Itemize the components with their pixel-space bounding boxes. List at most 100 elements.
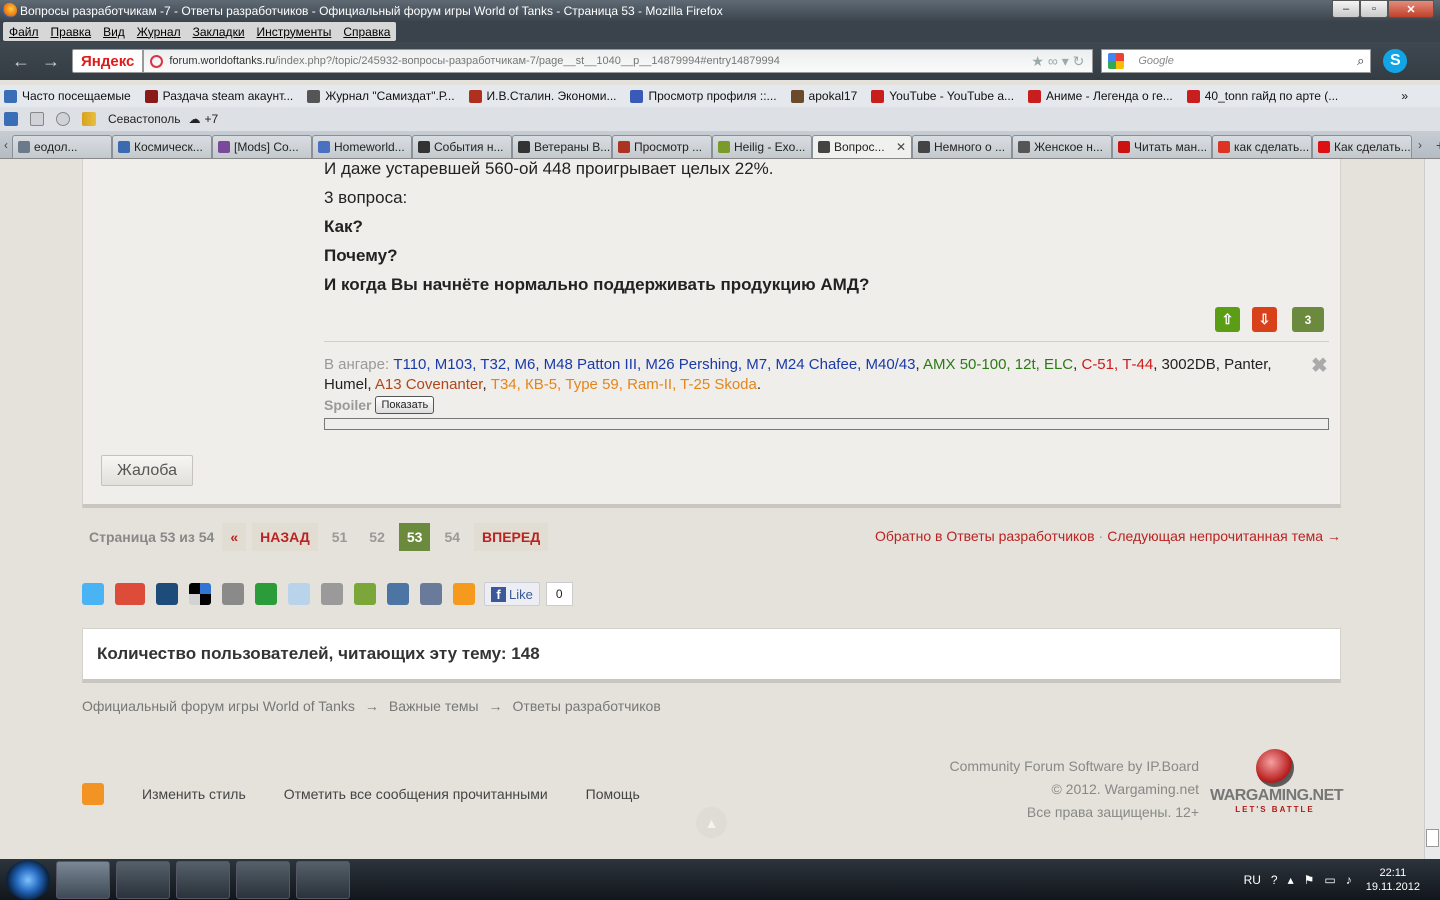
taskbar-screenshot[interactable] <box>296 860 350 899</box>
back-arrow-icon[interactable]: ← <box>6 51 36 72</box>
rss-icon[interactable] <box>82 783 104 805</box>
signal-icon[interactable] <box>82 112 96 126</box>
browser-tab[interactable]: [Mods] Co... <box>212 134 312 158</box>
print-icon[interactable] <box>321 583 343 605</box>
reddit-icon[interactable] <box>222 583 244 605</box>
browser-tab[interactable]: Женское н... <box>1012 134 1112 158</box>
browser-tab[interactable]: Просмотр ... <box>612 134 712 158</box>
bookmark-star-icon[interactable]: ★ ∞ ▾ ↻ <box>1031 53 1084 70</box>
credit-line[interactable]: Community Forum Software by IP.Board <box>900 755 1199 778</box>
spoiler-show-button[interactable]: Показать <box>375 396 435 414</box>
help-icon[interactable]: ? <box>1271 873 1278 887</box>
browser-tab[interactable]: Космическ... <box>112 134 212 158</box>
vk-icon[interactable] <box>387 583 409 605</box>
menu-item[interactable]: Инструменты <box>251 25 338 39</box>
menu-item[interactable]: Журнал <box>131 25 187 39</box>
google-icon[interactable] <box>1108 53 1125 69</box>
tab-scroll-left-icon[interactable]: ‹ <box>4 138 8 152</box>
browser-tab[interactable]: Читать ман... <box>1112 134 1212 158</box>
browser-tab[interactable]: Как сделать... <box>1312 134 1412 158</box>
flag-icon[interactable]: ⚑ <box>1304 873 1315 887</box>
livejournal-icon[interactable] <box>420 583 442 605</box>
menu-item[interactable]: Закладки <box>187 25 251 39</box>
chat-icon[interactable] <box>56 112 70 126</box>
menu-item[interactable]: Справка <box>337 25 396 39</box>
report-button[interactable]: Жалоба <box>101 455 193 486</box>
taskbar-firefox[interactable] <box>56 860 110 899</box>
volume-icon[interactable]: ♪ <box>1346 873 1352 887</box>
vote-down-button[interactable]: ⇩ <box>1252 307 1277 332</box>
next-unread-link[interactable]: Следующая непрочитанная тема → <box>1107 528 1341 544</box>
browser-tab[interactable]: Немного о ... <box>912 134 1012 158</box>
breadcrumb-link[interactable]: Официальный форум игры World of Tanks <box>82 698 355 714</box>
tab-scroll-right-icon[interactable]: › <box>1418 138 1422 152</box>
menu-item[interactable]: Вид <box>97 25 131 39</box>
back-to-forum-link[interactable]: Обратно в Ответы разработчиков <box>875 528 1095 544</box>
download-icon[interactable] <box>354 583 376 605</box>
page-scrollbar[interactable] <box>1424 159 1440 859</box>
help-link[interactable]: Помощь <box>586 786 640 802</box>
maximize-icon[interactable]: ▫ <box>1360 0 1388 18</box>
forward-arrow-icon[interactable]: → <box>36 51 66 72</box>
browser-tab[interactable]: Heilig - Exo... <box>712 134 812 158</box>
email-icon[interactable] <box>288 583 310 605</box>
bookmark-item[interactable]: Просмотр профиля ::... <box>630 89 777 103</box>
bookmark-item[interactable]: 40_tonn гайд по арте (... <box>1186 89 1338 103</box>
close-icon[interactable]: ✕ <box>1388 0 1434 18</box>
breadcrumb-link[interactable]: Ответы разработчиков <box>513 698 661 714</box>
mark-all-read-link[interactable]: Отметить все сообщения прочитанными <box>284 786 548 802</box>
skype-icon[interactable]: S <box>1383 49 1408 73</box>
screenshot-icon[interactable] <box>30 112 44 126</box>
taskbar-skype[interactable] <box>236 860 290 899</box>
network-icon[interactable]: ▭ <box>1324 873 1335 887</box>
tab-active[interactable]: Вопрос... ✕ <box>812 134 912 158</box>
bookmark-item[interactable]: Раздача steam акаунт... <box>144 89 293 103</box>
yandex-bar-icon[interactable] <box>4 112 18 126</box>
minimize-icon[interactable]: – <box>1332 0 1360 18</box>
odnoklassniki-icon[interactable] <box>453 583 475 605</box>
yandex-logo[interactable]: Яндекс <box>72 49 144 73</box>
digg-icon[interactable] <box>156 583 178 605</box>
start-button[interactable] <box>6 859 50 900</box>
google-plus-icon[interactable] <box>115 583 145 605</box>
bookmark-item[interactable]: YouTube - YouTube а... <box>871 89 1014 103</box>
taskbar-explorer[interactable] <box>176 860 230 899</box>
tab-close-icon[interactable]: ✕ <box>896 140 906 154</box>
site-identity-icon[interactable] <box>150 54 164 68</box>
bookmark-item[interactable]: apokal17 <box>790 89 857 103</box>
vote-up-button[interactable]: ⇧ <box>1215 307 1240 332</box>
bookmark-item[interactable]: И.В.Сталин. Экономи... <box>468 89 616 103</box>
stumbleupon-icon[interactable] <box>255 583 277 605</box>
page-link[interactable]: 51 <box>324 523 356 551</box>
first-page-button[interactable]: « <box>222 523 247 551</box>
search-icon[interactable]: ⌕ <box>1357 53 1364 69</box>
twitter-icon[interactable] <box>82 583 104 605</box>
browser-tab[interactable]: Ветераны В... <box>512 134 612 158</box>
new-tab-icon[interactable]: + <box>1436 137 1440 153</box>
taskbar-computer[interactable] <box>116 860 170 899</box>
change-style-link[interactable]: Изменить стиль <box>142 786 246 802</box>
url-bar[interactable]: forum.worldoftanks.ru/index.php?/topic/2… <box>143 49 1094 73</box>
browser-tab[interactable]: События н... <box>412 134 512 158</box>
next-page-button[interactable]: ВПЕРЕД <box>474 523 549 551</box>
prev-page-button[interactable]: НАЗАД <box>252 523 318 551</box>
menu-item[interactable]: Файл <box>3 25 45 39</box>
bookmarks-overflow[interactable]: » <box>1401 89 1408 103</box>
browser-tab[interactable]: Homeworld... <box>312 134 412 158</box>
page-link[interactable]: 52 <box>361 523 393 551</box>
weather-temp[interactable]: +7 <box>204 112 218 126</box>
browser-tab[interactable]: еодол... <box>12 134 112 158</box>
search-input[interactable]: Google ⌕ <box>1101 49 1372 73</box>
breadcrumb-link[interactable]: Важные темы <box>389 698 479 714</box>
weather-city[interactable]: Севастополь <box>108 112 180 126</box>
bookmark-item[interactable]: Аниме - Легенда о ге... <box>1028 89 1173 103</box>
scrollbar-thumb[interactable] <box>1426 829 1439 847</box>
facebook-like-button[interactable]: f Like <box>484 582 540 606</box>
language-indicator[interactable]: RU <box>1244 873 1261 887</box>
wargaming-logo[interactable]: WARGAMING.NET LET'S BATTLE <box>1210 749 1344 814</box>
scroll-to-top-icon[interactable]: ▲ <box>696 807 727 838</box>
show-hidden-icons[interactable]: ▴ <box>1288 873 1294 887</box>
bookmark-item[interactable]: Часто посещаемые <box>4 89 131 103</box>
clock[interactable]: 22:11 19.11.2012 <box>1366 866 1420 894</box>
bookmark-item[interactable]: Журнал "Самиздат".Р... <box>307 89 455 103</box>
